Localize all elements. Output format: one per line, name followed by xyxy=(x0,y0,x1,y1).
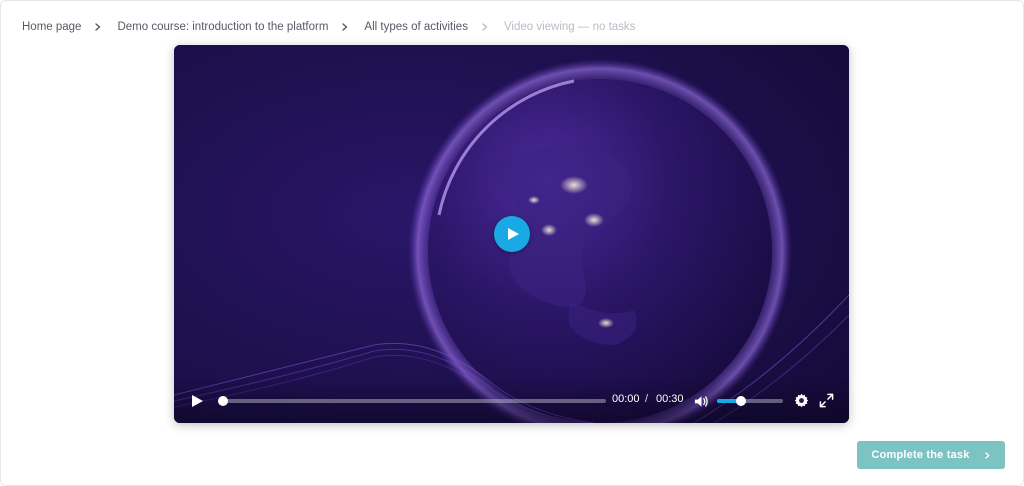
fullscreen-icon[interactable] xyxy=(819,393,834,408)
progress-bar[interactable] xyxy=(218,396,606,406)
time-separator: / xyxy=(645,393,649,405)
duration: 00:30 xyxy=(656,393,684,405)
play-icon xyxy=(508,228,519,240)
volume-slider[interactable] xyxy=(717,396,783,406)
chevron-right-icon xyxy=(94,23,102,31)
video-player[interactable]: 00:00 / 00:30 xyxy=(174,45,849,423)
big-play-button[interactable] xyxy=(494,216,530,252)
current-time: 00:00 xyxy=(612,393,640,405)
progress-handle[interactable] xyxy=(218,396,228,406)
chevron-right-icon xyxy=(984,451,990,459)
complete-task-label: Complete the task xyxy=(871,449,970,461)
player-controls: 00:00 / 00:30 xyxy=(174,377,849,423)
breadcrumb: Home page Demo course: introduction to t… xyxy=(22,19,635,35)
chevron-right-icon xyxy=(481,23,489,31)
play-icon[interactable] xyxy=(190,394,204,408)
breadcrumb-activities[interactable]: All types of activities xyxy=(364,21,468,33)
volume-icon[interactable] xyxy=(694,394,709,409)
volume-handle[interactable] xyxy=(736,396,747,406)
breadcrumb-course[interactable]: Demo course: introduction to the platfor… xyxy=(117,21,328,33)
chevron-right-icon xyxy=(341,23,349,31)
complete-task-button[interactable]: Complete the task xyxy=(857,441,1005,469)
breadcrumb-home[interactable]: Home page xyxy=(22,21,81,33)
breadcrumb-current: Video viewing — no tasks xyxy=(503,21,636,33)
gear-icon[interactable] xyxy=(794,393,809,408)
